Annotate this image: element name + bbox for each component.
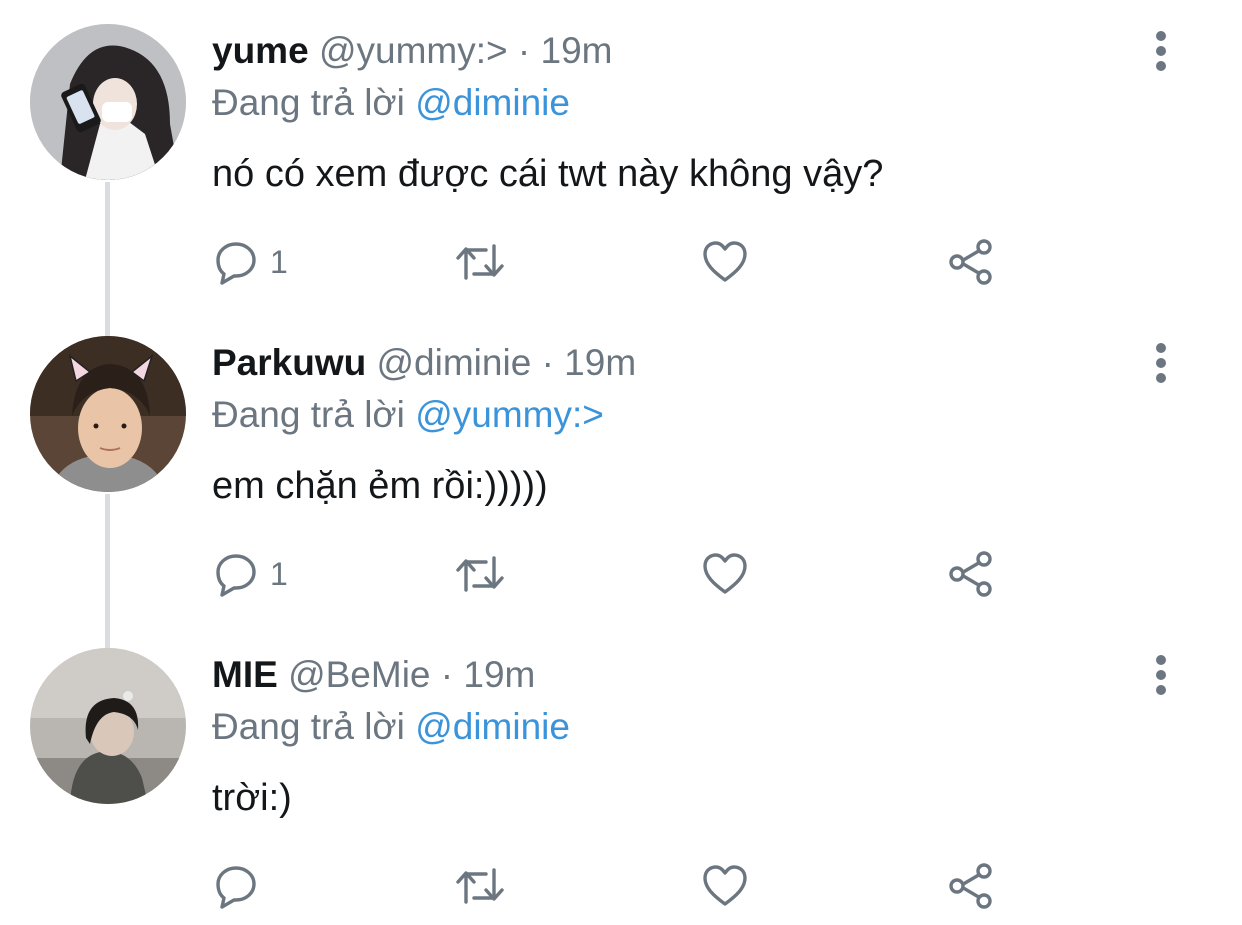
reply-count: 1 [270, 555, 288, 592]
user-handle[interactable]: @BeMie [288, 654, 430, 695]
mention-link[interactable]: @yummy:> [415, 394, 604, 435]
like-button[interactable] [700, 548, 750, 600]
reply-count: 1 [270, 243, 288, 280]
replying-to-label: Đang trả lời [212, 82, 405, 123]
more-options-button[interactable] [1140, 652, 1182, 698]
share-icon [949, 551, 992, 597]
tweet[interactable]: MIE @BeMie · 19m Đang trả lời @diminie t… [0, 624, 1242, 925]
retweet-button[interactable] [452, 548, 508, 600]
replying-to-label: Đang trả lời [212, 394, 405, 435]
share-button[interactable] [946, 236, 996, 288]
tweet-actions: 1 [212, 236, 1012, 288]
display-name[interactable]: Parkuwu [212, 342, 366, 383]
reply-button[interactable]: 1 [212, 236, 288, 288]
user-handle[interactable]: @yummy:> [319, 30, 508, 71]
replying-to: Đang trả lời @diminie [212, 704, 570, 750]
separator-dot: · [440, 654, 454, 695]
reply-thread: yume @yummy:> · 19m Đang trả lời @dimini… [0, 0, 1242, 925]
avatar-photo-mie [30, 648, 186, 804]
timestamp[interactable]: 19m [463, 654, 535, 695]
avatar[interactable] [30, 336, 186, 492]
retweet-button[interactable] [452, 236, 508, 288]
tweet-text: em chặn ẻm rồi:))))) [212, 465, 548, 507]
display-name[interactable]: MIE [212, 654, 278, 695]
tweet-actions [212, 860, 1012, 912]
tweet-text: trời:) [212, 777, 292, 819]
more-vertical-icon [1156, 31, 1166, 71]
mention-link[interactable]: @diminie [415, 706, 570, 747]
avatar[interactable] [30, 648, 186, 804]
timestamp[interactable]: 19m [564, 342, 636, 383]
retweet-icon [456, 244, 504, 280]
share-icon [949, 863, 992, 909]
more-options-button[interactable] [1140, 340, 1182, 386]
reply-icon [216, 554, 256, 597]
replying-to: Đang trả lời @diminie [212, 80, 570, 126]
retweet-icon [456, 868, 504, 904]
avatar-photo-parkuwu [30, 336, 186, 492]
like-icon [703, 553, 747, 594]
tweet[interactable]: Parkuwu @diminie · 19m Đang trả lời @yum… [0, 312, 1242, 648]
more-vertical-icon [1156, 655, 1166, 695]
like-icon [703, 865, 747, 906]
more-vertical-icon [1156, 343, 1166, 383]
like-button[interactable] [700, 236, 750, 288]
tweet-text: nó có xem được cái twt này không vậy? [212, 153, 884, 195]
like-icon [703, 241, 747, 282]
tweet-actions: 1 [212, 548, 1012, 600]
reply-icon [216, 866, 256, 909]
reply-icon [216, 242, 256, 285]
replying-to: Đang trả lời @yummy:> [212, 392, 604, 438]
tweet-header: yume @yummy:> · 19m [212, 28, 612, 74]
tweet[interactable]: yume @yummy:> · 19m Đang trả lời @dimini… [0, 0, 1242, 336]
mention-link[interactable]: @diminie [415, 82, 570, 123]
share-button[interactable] [946, 548, 996, 600]
like-button[interactable] [700, 860, 750, 912]
tweet-header: Parkuwu @diminie · 19m [212, 340, 636, 386]
avatar[interactable] [30, 24, 186, 180]
separator-dot: · [517, 30, 531, 71]
replying-to-label: Đang trả lời [212, 706, 405, 747]
retweet-icon [456, 556, 504, 592]
reply-button[interactable] [212, 860, 270, 912]
timestamp[interactable]: 19m [541, 30, 613, 71]
display-name[interactable]: yume [212, 30, 309, 71]
tweet-header: MIE @BeMie · 19m [212, 652, 535, 698]
avatar-photo-yume [30, 24, 186, 180]
separator-dot: · [541, 342, 554, 383]
share-icon [949, 239, 992, 285]
share-button[interactable] [946, 860, 996, 912]
more-options-button[interactable] [1140, 28, 1182, 74]
user-handle[interactable]: @diminie [377, 342, 532, 383]
retweet-button[interactable] [452, 860, 508, 912]
reply-button[interactable]: 1 [212, 548, 288, 600]
